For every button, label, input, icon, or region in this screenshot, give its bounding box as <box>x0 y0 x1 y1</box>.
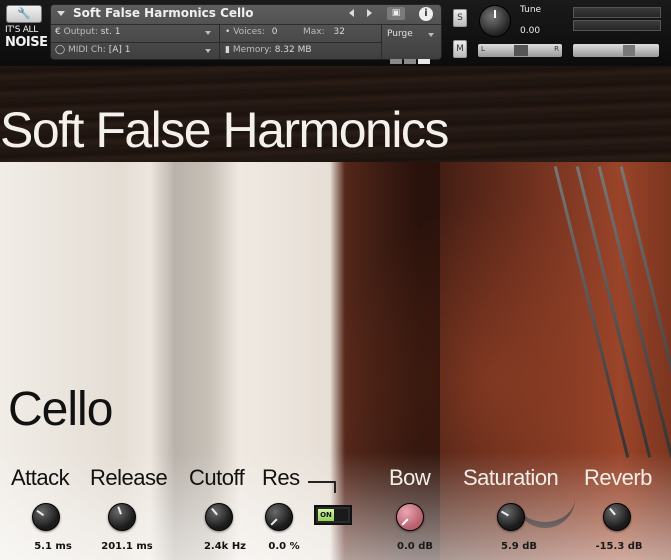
memory-field: ▮ Memory: 8.32 MB <box>225 45 312 55</box>
purge-button[interactable]: Purge <box>387 29 413 39</box>
release-value: 201.1 ms <box>101 541 153 552</box>
memory-value: 8.32 MB <box>274 45 312 55</box>
attack-knob[interactable] <box>32 503 60 531</box>
output-value: st. 1 <box>100 27 121 37</box>
release-label: Release <box>90 465 168 490</box>
toggle-on-indicator: ON <box>318 509 334 521</box>
voices-icon: • <box>225 27 231 37</box>
memory-icon: ▮ <box>225 45 230 55</box>
bow-value: 0.0 dB <box>397 541 433 552</box>
cello-image <box>0 162 671 560</box>
pan-left-label: L <box>481 45 485 53</box>
midi-channel-field[interactable]: ◯ MIDI Ch: [A] 1 <box>55 45 131 55</box>
midi-value: [A] 1 <box>108 45 131 55</box>
res-label: Res <box>262 465 300 490</box>
output-label: Output: <box>63 27 98 37</box>
next-instrument-icon[interactable] <box>367 9 372 17</box>
reverb-label: Reverb <box>584 465 652 490</box>
saturation-knob[interactable] <box>497 503 525 531</box>
bow-label: Bow <box>389 465 431 490</box>
divider <box>219 25 220 59</box>
instrument-title-banner: Soft False Harmonics <box>0 102 449 158</box>
divider <box>51 42 381 43</box>
output-meter-left <box>573 7 661 18</box>
cutoff-knob[interactable] <box>205 503 233 531</box>
cutoff-label: Cutoff <box>189 465 245 490</box>
camera-icon[interactable]: ▣ <box>387 7 405 20</box>
volume-slider[interactable] <box>573 44 659 57</box>
max-voices-field[interactable]: Max: 32 <box>303 27 345 37</box>
instrument-menu-icon[interactable] <box>57 11 65 16</box>
output-dropdown-icon[interactable] <box>205 31 211 35</box>
divider <box>381 25 382 59</box>
info-icon[interactable]: i <box>419 7 433 21</box>
knob-pointer <box>117 506 122 515</box>
instrument-window: 🔧 IT'S ALL NOISE Soft False Harmonics Ce… <box>0 0 671 560</box>
output-field[interactable]: € Output: st. 1 <box>55 27 120 37</box>
tune-value: 0.00 <box>520 26 541 36</box>
voices-field: • Voices: 0 <box>225 27 277 37</box>
res-knob[interactable] <box>265 503 293 531</box>
output-icon: € <box>55 27 61 37</box>
volume-handle[interactable] <box>623 45 635 56</box>
filter-toggle[interactable]: ON <box>314 505 352 525</box>
logo-top-text: IT'S ALL <box>5 25 38 35</box>
attack-value: 5.1 ms <box>34 541 72 552</box>
knob-pointer <box>270 518 278 526</box>
instrument-name-label: Cello <box>8 383 113 436</box>
previous-instrument-icon[interactable] <box>349 9 354 17</box>
midi-icon: ◯ <box>55 45 66 55</box>
mute-button[interactable]: M <box>453 40 467 58</box>
knob-pointer <box>609 507 616 516</box>
attack-label: Attack <box>11 465 70 490</box>
pan-slider[interactable]: L R <box>478 44 562 57</box>
knob-pointer <box>500 510 509 517</box>
purge-label: Purge <box>387 29 413 39</box>
memory-label: Memory: <box>232 45 272 55</box>
knob-pointer <box>36 509 45 517</box>
midi-label: MIDI Ch: <box>67 45 106 55</box>
tune-label: Tune <box>520 5 542 15</box>
reverb-knob[interactable] <box>603 503 631 531</box>
filter-bracket <box>308 481 336 493</box>
pan-right-label: R <box>554 45 559 53</box>
instrument-info-panel: Soft False Harmonics Cello ▣ i € Output:… <box>50 4 442 64</box>
output-meter-right <box>573 20 661 31</box>
res-value: 0.0 % <box>268 541 300 552</box>
bow-knob[interactable] <box>396 503 424 531</box>
voices-label: Voices: <box>233 27 265 37</box>
tune-knob[interactable] <box>479 5 511 37</box>
wrench-icon[interactable]: 🔧 <box>6 5 42 23</box>
purge-dropdown-icon[interactable] <box>428 33 434 37</box>
logo-bottom-text: NOISE <box>5 35 48 50</box>
toggle-off-area <box>334 509 348 521</box>
divider <box>51 24 441 25</box>
release-knob[interactable] <box>108 503 136 531</box>
instrument-title: Soft False Harmonics Cello <box>73 6 254 20</box>
saturation-label: Saturation <box>463 465 559 490</box>
saturation-value: 5.9 dB <box>501 541 537 552</box>
knob-pointer <box>401 518 409 526</box>
knob-pointer <box>211 507 218 516</box>
max-value[interactable]: 32 <box>334 27 345 37</box>
max-label: Max: <box>303 27 325 37</box>
midi-dropdown-icon[interactable] <box>205 49 211 53</box>
solo-button[interactable]: S <box>453 9 467 27</box>
purge-level-bar <box>390 49 438 64</box>
instrument-header: 🔧 IT'S ALL NOISE Soft False Harmonics Ce… <box>0 0 671 66</box>
reverb-value: -15.3 dB <box>595 541 643 552</box>
pan-handle[interactable] <box>514 45 528 56</box>
company-logo: IT'S ALL NOISE <box>5 25 48 59</box>
voices-value: 0 <box>271 27 278 37</box>
